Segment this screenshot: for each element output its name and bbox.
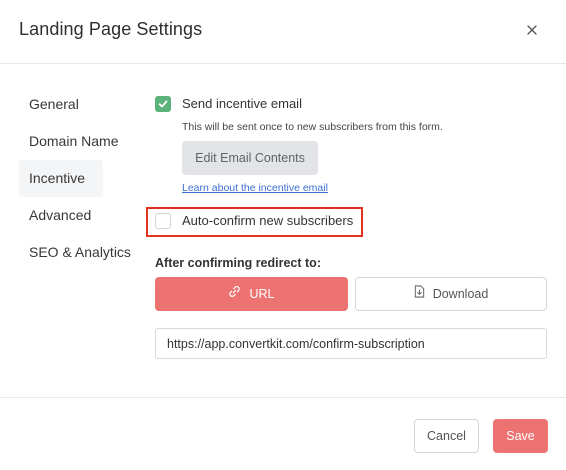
url-redirect-button[interactable]: URL: [155, 277, 348, 311]
cancel-button[interactable]: Cancel: [414, 419, 479, 453]
dialog-header: Landing Page Settings: [0, 0, 566, 64]
settings-sidebar: General Domain Name Incentive Advanced S…: [19, 86, 131, 271]
url-button-label: URL: [249, 287, 275, 301]
auto-confirm-checkbox[interactable]: [155, 213, 171, 229]
close-icon[interactable]: [522, 20, 542, 40]
sidebar-item-incentive[interactable]: Incentive: [19, 160, 103, 197]
edit-email-contents-button[interactable]: Edit Email Contents: [182, 141, 318, 175]
sidebar-item-advanced[interactable]: Advanced: [19, 197, 131, 234]
sidebar-item-seo-analytics[interactable]: SEO & Analytics: [19, 234, 131, 271]
landing-page-settings-dialog: Landing Page Settings General Domain Nam…: [0, 0, 566, 470]
save-button[interactable]: Save: [493, 419, 548, 453]
redirect-label: After confirming redirect to:: [155, 256, 321, 270]
auto-confirm-label[interactable]: Auto-confirm new subscribers: [182, 213, 353, 228]
sidebar-item-general[interactable]: General: [19, 86, 131, 123]
redirect-url-input[interactable]: [155, 328, 547, 359]
dialog-footer: Cancel Save: [0, 397, 566, 470]
learn-incentive-email-link[interactable]: Learn about the incentive email: [182, 182, 328, 194]
sidebar-item-domain-name[interactable]: Domain Name: [19, 123, 131, 160]
auto-confirm-row: Auto-confirm new subscribers: [155, 213, 375, 233]
dialog-title: Landing Page Settings: [19, 19, 203, 39]
send-incentive-checkbox[interactable]: [155, 96, 171, 112]
send-incentive-label[interactable]: Send incentive email: [182, 96, 302, 111]
checkmark-icon: [158, 100, 168, 108]
file-download-icon: [414, 278, 425, 310]
download-button-label: Download: [432, 287, 489, 301]
send-incentive-helper: This will be sent once to new subscriber…: [182, 121, 443, 133]
send-incentive-row: Send incentive email: [155, 96, 455, 116]
download-redirect-button[interactable]: Download: [355, 277, 547, 311]
link-icon: [228, 277, 241, 311]
